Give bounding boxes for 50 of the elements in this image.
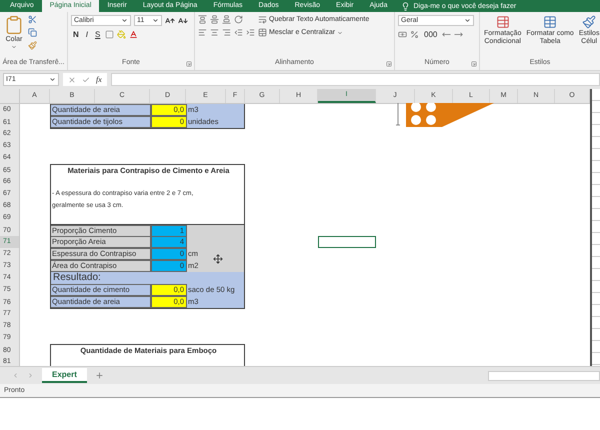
caret-icon [11,44,17,50]
font-color-icon[interactable] [129,30,138,39]
decrease-decimal-icon[interactable] [454,30,464,39]
caret-icon [337,30,344,36]
sheet-tab[interactable]: Expert [42,368,87,384]
wrap-text-icon [258,15,267,24]
indent-increase-icon[interactable] [246,28,255,37]
align-bottom-icon[interactable] [222,15,231,24]
result-heading: Resultado: [52,272,102,284]
scissors-icon[interactable] [28,15,37,24]
dialog-launcher-icon[interactable] [186,60,192,67]
cursor-move-icon [213,254,223,264]
align-center-icon[interactable] [210,28,219,37]
selected-cell[interactable] [318,236,376,248]
add-sheet-icon[interactable] [94,371,104,380]
copy-icon[interactable] [28,28,37,37]
caret-icon [152,17,159,24]
percent-icon[interactable] [410,30,419,39]
currency-icon[interactable] [398,30,407,39]
insert-function-button[interactable]: fx [96,75,102,84]
merge-cells-icon [258,28,267,37]
increase-decimal-icon[interactable] [442,30,452,39]
bold-button[interactable]: N [71,30,81,39]
align-right-icon[interactable] [222,28,231,37]
indent-decrease-icon[interactable] [234,28,243,37]
table-icon [543,15,558,29]
underline-button[interactable]: S [93,30,102,39]
cancel-icon[interactable] [68,76,76,84]
paintbrush-icon [582,15,596,29]
table-grid-icon [496,15,510,29]
caret-icon [49,76,56,84]
caret-icon [464,17,471,24]
align-left-icon[interactable] [198,28,207,37]
paintbrush-icon[interactable] [28,41,37,50]
dialog-launcher-icon[interactable] [471,60,477,67]
grow-font-icon[interactable] [165,16,175,26]
formula-input[interactable] [110,73,600,86]
horizontal-scrollbar[interactable] [488,370,600,381]
dialog-launcher-icon[interactable] [386,60,392,67]
borders-icon[interactable] [105,30,114,39]
fill-color-icon[interactable] [117,30,126,39]
caret-icon [121,17,128,24]
orientation-icon[interactable] [234,15,243,24]
shrink-font-icon[interactable] [178,16,188,26]
align-top-icon[interactable] [198,15,207,24]
italic-button[interactable]: I [84,30,90,39]
thousands-button[interactable]: 000 [422,30,440,39]
enter-icon[interactable] [82,76,90,84]
align-middle-icon[interactable] [210,15,219,24]
clipboard-icon [4,15,24,35]
